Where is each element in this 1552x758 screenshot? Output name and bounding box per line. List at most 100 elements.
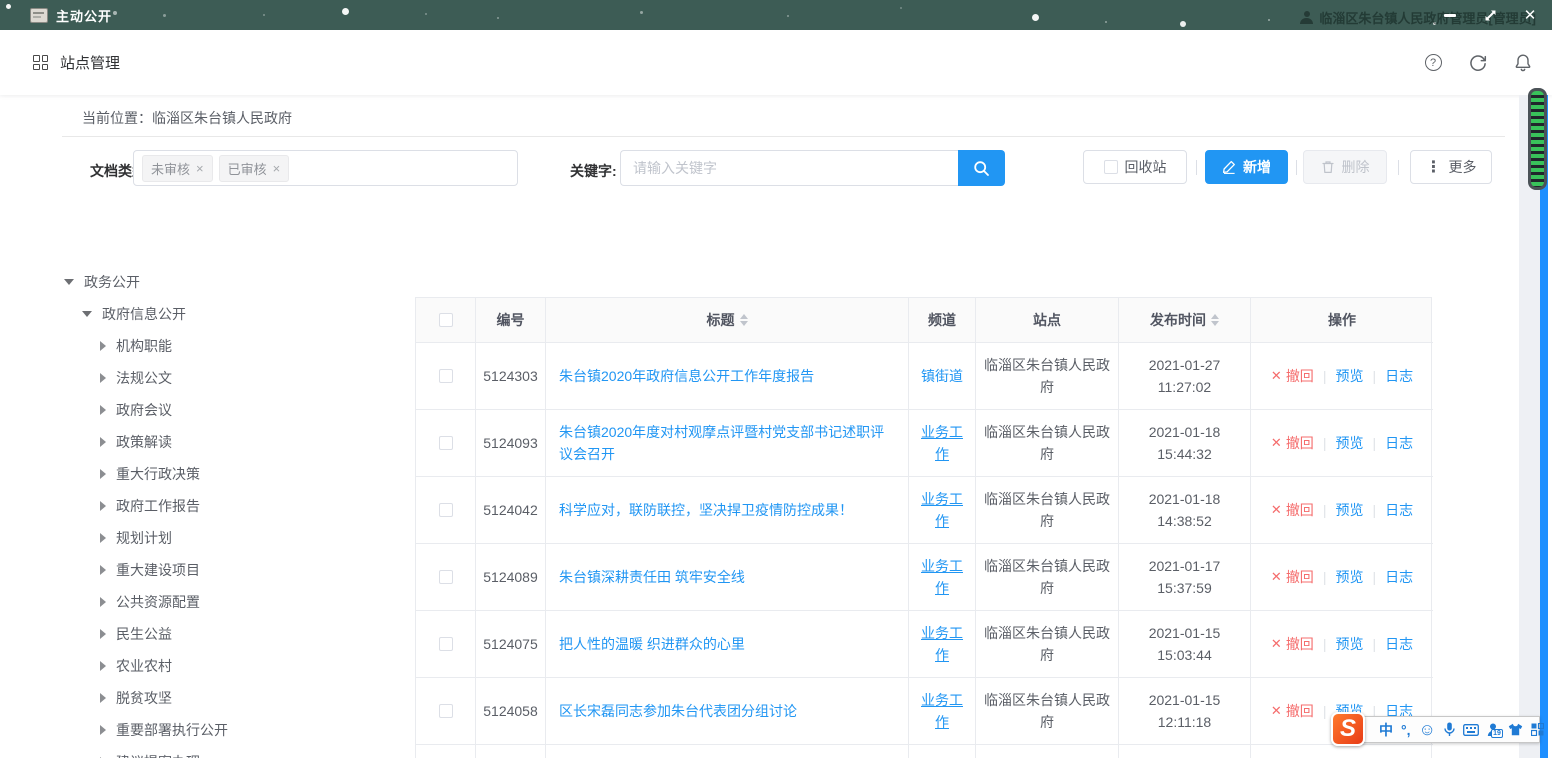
- microphone-icon[interactable]: [1444, 722, 1455, 737]
- log-link[interactable]: 日志: [1385, 366, 1413, 386]
- sogou-logo-icon[interactable]: S: [1331, 712, 1365, 746]
- tree-item-label: 法规公文: [116, 368, 172, 388]
- tree-item-zhongdaxingzhengjuece[interactable]: 重大行政决策: [60, 458, 400, 490]
- minimize-button[interactable]: [1442, 7, 1458, 23]
- row-site: 临淄区朱台镇人民政府: [976, 678, 1119, 745]
- recycle-bin-checkbox[interactable]: [1104, 160, 1118, 174]
- recycle-bin-label: 回收站: [1125, 157, 1167, 177]
- emoji-icon[interactable]: ☺: [1419, 721, 1436, 738]
- preview-link[interactable]: 预览: [1335, 433, 1363, 453]
- row-channel-link[interactable]: 业务工作: [917, 421, 967, 466]
- row-checkbox[interactable]: [439, 369, 453, 383]
- row-checkbox[interactable]: [439, 503, 453, 517]
- tree-item-jianshexiangmu[interactable]: 重大建设项目: [60, 554, 400, 586]
- preview-link[interactable]: 预览: [1335, 567, 1363, 587]
- tree-item-tuopingongjian[interactable]: 脱贫攻坚: [60, 682, 400, 714]
- user-avatar-icon: [1300, 11, 1313, 24]
- vertical-scrollbar[interactable]: [1540, 95, 1548, 758]
- row-title-link[interactable]: 区长宋磊同志参加朱台代表团分组讨论: [559, 700, 797, 722]
- bell-icon: [1514, 53, 1532, 72]
- log-link[interactable]: 日志: [1385, 634, 1413, 654]
- row-title-link[interactable]: 把人性的温暖 织进群众的心里: [559, 633, 745, 655]
- toolbox-grid-icon[interactable]: [1531, 723, 1544, 736]
- close-button[interactable]: ✕: [1522, 7, 1538, 23]
- select-all-checkbox[interactable]: [439, 313, 453, 327]
- tree-item-nongyenongcun[interactable]: 农业农村: [60, 650, 400, 682]
- tree-item-zhengcejiedu[interactable]: 政策解读: [60, 426, 400, 458]
- search-button[interactable]: [958, 150, 1005, 186]
- tree-item-label: 脱贫攻坚: [116, 688, 172, 708]
- help-icon: ?: [1425, 54, 1442, 71]
- header-checkbox-cell: [416, 298, 476, 343]
- withdraw-link[interactable]: ✕撤回: [1271, 634, 1314, 654]
- tree-item-guihuajihua[interactable]: 规划计划: [60, 522, 400, 554]
- tree-item-label: 政府信息公开: [102, 304, 186, 324]
- row-time: 2021-01-15 12:11:18: [1119, 678, 1251, 745]
- row-title-link[interactable]: 朱台镇2020年度对村观摩点评暨村党支部书记述职评议会召开: [559, 421, 895, 466]
- soft-keyboard-icon[interactable]: [1463, 724, 1479, 736]
- tree-item-ziyuanpeizhi[interactable]: 公共资源配置: [60, 586, 400, 618]
- grid-menu-icon[interactable]: [33, 55, 48, 70]
- row-checkbox[interactable]: [439, 637, 453, 651]
- skin-shirt-icon[interactable]: [1508, 723, 1523, 736]
- tag-close-icon[interactable]: ×: [273, 162, 281, 175]
- log-link[interactable]: 日志: [1385, 433, 1413, 453]
- preview-link[interactable]: 预览: [1335, 366, 1363, 386]
- sort-icon[interactable]: [1211, 314, 1219, 326]
- row-title-link[interactable]: 朱台镇2020年政府信息公开工作年度报告: [559, 365, 814, 387]
- row-channel-link[interactable]: 业务工作: [917, 555, 967, 600]
- user-login-icon[interactable]: 19: [1487, 723, 1500, 737]
- delete-button[interactable]: 删除: [1303, 150, 1387, 184]
- trash-icon: [1321, 160, 1335, 174]
- row-id: 5124075: [476, 611, 546, 678]
- maximize-button[interactable]: [1482, 7, 1498, 23]
- log-link[interactable]: 日志: [1385, 567, 1413, 587]
- preview-link[interactable]: 预览: [1335, 500, 1363, 520]
- withdraw-link[interactable]: ✕撤回: [1271, 366, 1314, 386]
- tree-item-label: 公共资源配置: [116, 592, 200, 612]
- row-channel-link[interactable]: 业务工作: [917, 488, 967, 533]
- column-title: 标题: [546, 298, 909, 343]
- row-title-link[interactable]: 科学应对，联防联控，坚决捍卫疫情防控成果！: [559, 499, 853, 521]
- withdraw-link[interactable]: ✕撤回: [1271, 500, 1314, 520]
- tree-item-minshenggongyi[interactable]: 民生公益: [60, 618, 400, 650]
- caret-right-icon: [100, 341, 106, 351]
- tree-item-zhengwugongkai[interactable]: 政务公开: [60, 266, 400, 298]
- tag-close-icon[interactable]: ×: [196, 162, 204, 175]
- notifications-button[interactable]: [1514, 54, 1532, 72]
- ime-punctuation-icon[interactable]: °,: [1401, 723, 1411, 737]
- row-checkbox[interactable]: [439, 436, 453, 450]
- x-icon: ✕: [1271, 703, 1282, 719]
- tree-item-bushuzhixing[interactable]: 重要部署执行公开: [60, 714, 400, 746]
- keyword-input[interactable]: [620, 150, 958, 186]
- tree-item-jigouzhineng[interactable]: 机构职能: [60, 330, 400, 362]
- help-button[interactable]: ?: [1424, 54, 1442, 72]
- tree-item-gongzuobaogao[interactable]: 政府工作报告: [60, 490, 400, 522]
- tree-item-faguigongwen[interactable]: 法规公文: [60, 362, 400, 394]
- row-time: 2021-01-17 15:37:59: [1119, 544, 1251, 611]
- row-channel-link[interactable]: 镇街道: [921, 365, 963, 387]
- more-button[interactable]: ⋮ 更多: [1410, 150, 1492, 184]
- preview-link[interactable]: 预览: [1335, 634, 1363, 654]
- refresh-button[interactable]: [1469, 54, 1487, 72]
- ime-language-mode[interactable]: 中: [1379, 723, 1393, 737]
- tree-item-label: 政府会议: [116, 400, 172, 420]
- withdraw-link[interactable]: ✕撤回: [1271, 701, 1314, 721]
- row-checkbox[interactable]: [439, 704, 453, 718]
- tree-item-xinxigongkai[interactable]: 政府信息公开: [60, 298, 400, 330]
- log-link[interactable]: 日志: [1385, 500, 1413, 520]
- sort-icon[interactable]: [740, 314, 748, 326]
- scrollbar-thumb-striped[interactable]: [1528, 88, 1547, 190]
- doc-type-select[interactable]: 未审核 × 已审核 ×: [133, 150, 518, 186]
- withdraw-link[interactable]: ✕撤回: [1271, 433, 1314, 453]
- add-button[interactable]: 新增: [1205, 150, 1288, 184]
- tree-item-zhengfuhuiyi[interactable]: 政府会议: [60, 394, 400, 426]
- row-title-link[interactable]: 朱台镇深耕责任田 筑牢安全线: [559, 566, 745, 588]
- caret-right-icon: [100, 629, 106, 639]
- row-channel-link[interactable]: 业务工作: [917, 689, 967, 734]
- row-checkbox[interactable]: [439, 570, 453, 584]
- recycle-bin-button[interactable]: 回收站: [1083, 150, 1187, 184]
- withdraw-link[interactable]: ✕撤回: [1271, 567, 1314, 587]
- tree-item-jianyitian[interactable]: 建议提案办理: [60, 746, 400, 758]
- row-channel-link[interactable]: 业务工作: [917, 622, 967, 667]
